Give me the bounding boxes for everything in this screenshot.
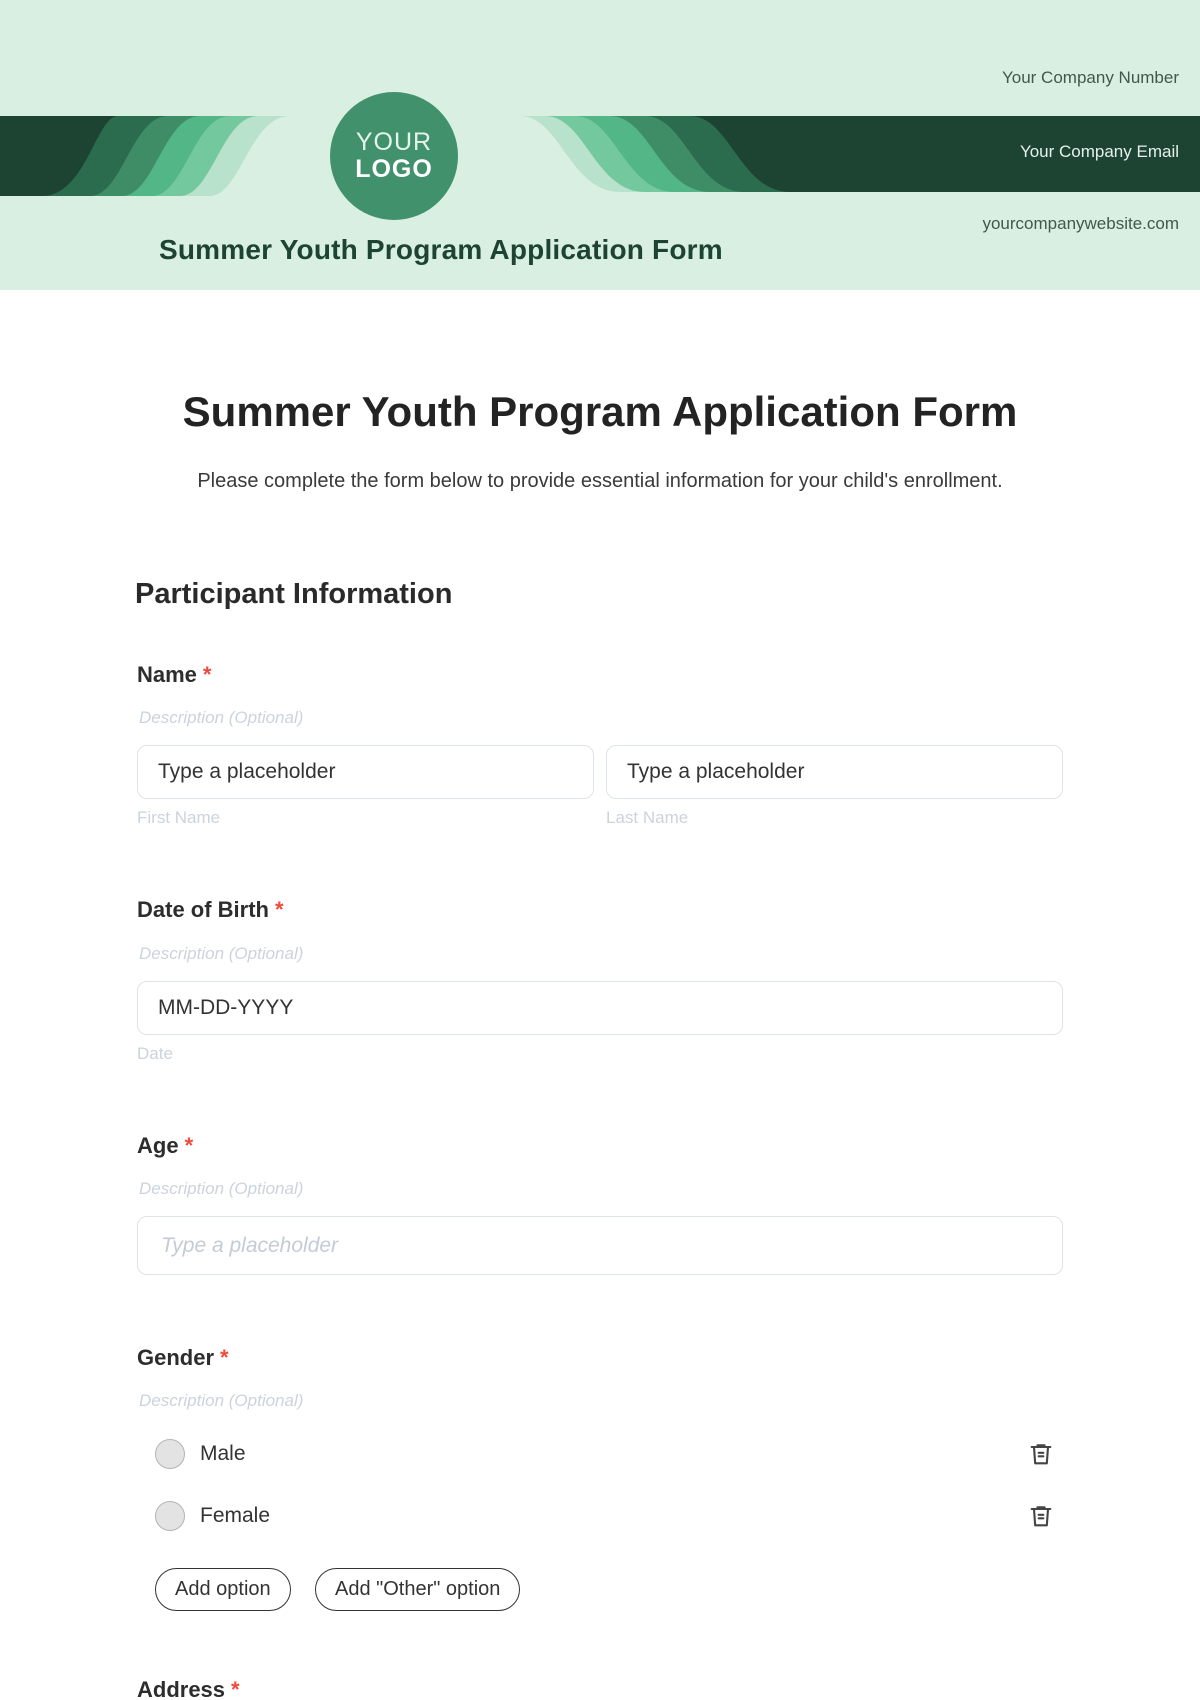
trash-icon[interactable] xyxy=(1027,1440,1055,1468)
dob-description[interactable]: Description (Optional) xyxy=(139,944,303,964)
first-name-sublabel: First Name xyxy=(137,808,221,827)
last-name-input[interactable]: Type a placeholder xyxy=(606,745,1063,799)
address-label-text: Address xyxy=(137,1677,226,1700)
age-label-text: Age xyxy=(137,1133,179,1158)
address-label: Address * xyxy=(137,1677,240,1700)
gender-option-female[interactable]: Female xyxy=(155,1496,1055,1536)
dob-input[interactable]: MM-DD-YYYY xyxy=(137,981,1063,1035)
header-title: Summer Youth Program Application Form xyxy=(159,234,723,265)
section-title: Participant Information xyxy=(135,578,453,610)
add-option-button[interactable]: Add option xyxy=(155,1568,291,1611)
company-number: Your Company Number xyxy=(1001,68,1179,87)
company-website: yourcompanywebsite.com xyxy=(982,214,1179,233)
add-other-option-button[interactable]: Add "Other" option xyxy=(315,1568,521,1611)
company-logo: YOUR LOGO xyxy=(330,92,458,220)
header-banner: YOUR LOGO Summer Youth Program Applicati… xyxy=(0,0,1200,290)
name-label-text: Name xyxy=(137,662,197,687)
first-name-input[interactable]: Type a placeholder xyxy=(137,745,594,799)
required-marker: * xyxy=(275,897,284,922)
dob-label: Date of Birth * xyxy=(137,897,284,923)
option-label[interactable]: Male xyxy=(200,1442,246,1466)
trash-icon[interactable] xyxy=(1027,1502,1055,1530)
company-email: Your Company Email xyxy=(1019,142,1179,161)
form-title: Summer Youth Program Application Form xyxy=(182,388,1018,435)
age-input[interactable]: Type a placeholder xyxy=(137,1216,1063,1275)
dob-label-text: Date of Birth xyxy=(137,897,269,922)
age-description[interactable]: Description (Optional) xyxy=(139,1179,303,1199)
required-marker: * xyxy=(202,662,212,687)
name-label: Name * xyxy=(137,662,211,688)
last-name-sublabel: Last Name xyxy=(606,808,689,827)
required-marker: * xyxy=(220,1345,229,1370)
dob-sublabel: Date xyxy=(137,1044,173,1063)
option-label[interactable]: Female xyxy=(200,1504,270,1528)
radio-button[interactable] xyxy=(155,1439,185,1469)
required-marker: * xyxy=(231,1677,240,1700)
gender-label-text: Gender xyxy=(137,1345,215,1370)
required-marker: * xyxy=(184,1133,194,1158)
radio-button[interactable] xyxy=(155,1501,185,1531)
name-description[interactable]: Description (Optional) xyxy=(139,708,303,728)
logo-line1: YOUR xyxy=(355,128,433,156)
logo-line2: LOGO xyxy=(355,155,433,183)
gender-option-male[interactable]: Male xyxy=(155,1434,1055,1474)
form-subtitle: Please complete the form below to provid… xyxy=(197,470,1003,492)
age-label: Age * xyxy=(137,1133,193,1159)
gender-description[interactable]: Description (Optional) xyxy=(139,1391,303,1411)
gender-label: Gender * xyxy=(137,1345,229,1371)
